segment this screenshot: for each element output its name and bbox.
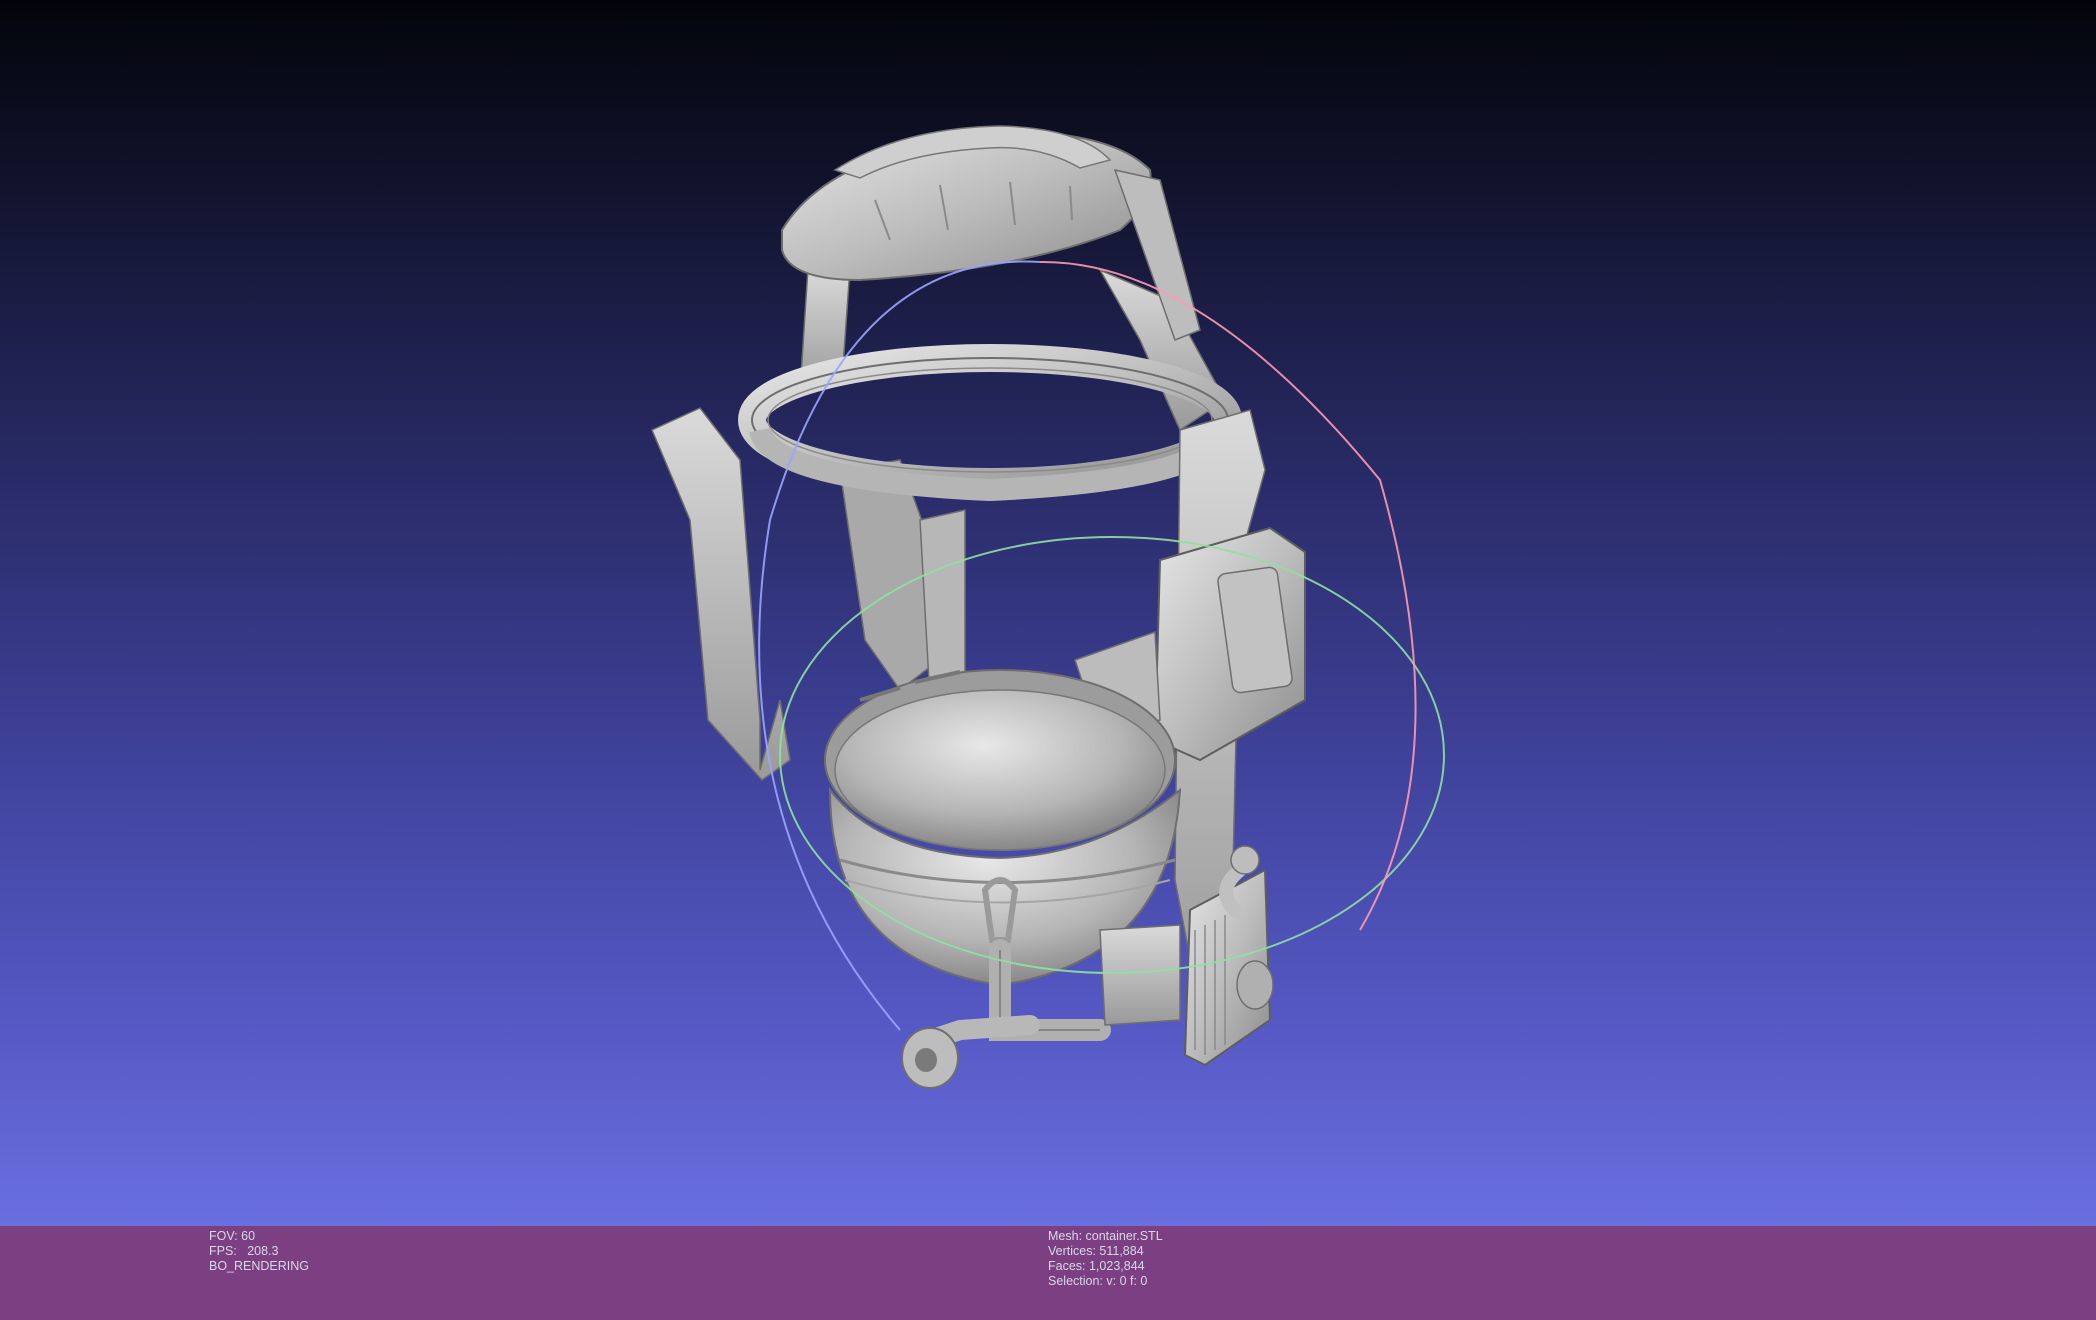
3d-viewport[interactable] [0, 0, 2096, 1226]
fov-readout: FOV: 60 [209, 1229, 256, 1243]
left-fin-panel [651, 407, 791, 781]
selection-readout: Selection: v: 0 f: 0 [1048, 1274, 1148, 1288]
mesh-info: Mesh: container.STL Vertices: 511,884 Fa… [1048, 1229, 1163, 1289]
fps-readout: FPS: 208.3 [209, 1244, 279, 1258]
faces-readout: Faces: 1,023,844 [1048, 1259, 1145, 1273]
mesh-model[interactable] [651, 125, 1306, 1089]
render-info: FOV: 60 FPS: 208.3 BO_RENDERING [209, 1229, 309, 1274]
vertices-readout: Vertices: 511,884 [1048, 1244, 1144, 1258]
scene-canvas[interactable] [0, 0, 2096, 1226]
render-mode-readout: BO_RENDERING [209, 1259, 310, 1273]
mesh-name-readout: Mesh: container.STL [1048, 1229, 1163, 1243]
